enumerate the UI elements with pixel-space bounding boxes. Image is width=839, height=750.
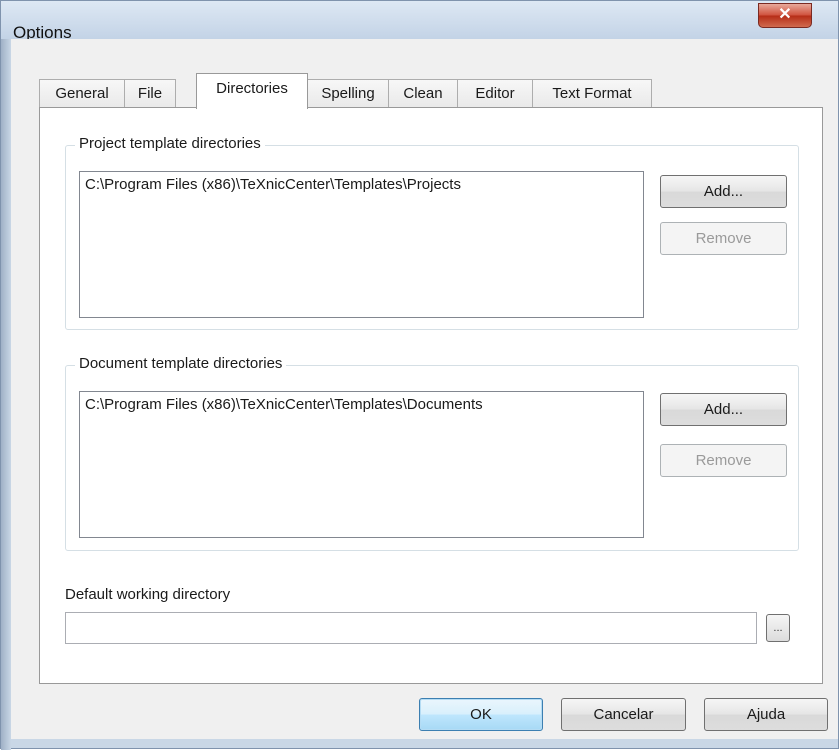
- tab-label: Text Format: [552, 85, 632, 102]
- close-icon: ✕: [778, 6, 792, 23]
- tab-file[interactable]: File: [124, 79, 176, 108]
- button-label: Cancelar: [593, 706, 654, 723]
- tab-label: Editor: [475, 85, 515, 102]
- window-frame-left: [1, 39, 11, 750]
- tab-label: Clean: [403, 85, 443, 102]
- tab-directories[interactable]: Directories: [196, 73, 308, 109]
- button-label: Add...: [703, 183, 744, 200]
- button-label: OK: [470, 706, 492, 723]
- tab-general[interactable]: General: [39, 79, 125, 108]
- button-label: Remove: [695, 452, 752, 469]
- tab-label: File: [137, 85, 163, 102]
- document-add-button[interactable]: Add...: [660, 393, 787, 426]
- cancel-button[interactable]: Cancelar: [561, 698, 686, 731]
- working-directory-label: Default working directory: [65, 586, 231, 603]
- button-label: Ajuda: [746, 706, 786, 723]
- tab-spelling[interactable]: Spelling: [307, 79, 389, 108]
- button-label: ...: [773, 622, 783, 634]
- project-templates-list[interactable]: C:\Program Files (x86)\TeXnicCenter\Temp…: [79, 171, 644, 318]
- tab-label: General: [55, 85, 109, 102]
- document-templates-list[interactable]: C:\Program Files (x86)\TeXnicCenter\Temp…: [79, 391, 644, 538]
- button-label: Remove: [695, 230, 752, 247]
- help-button[interactable]: Ajuda: [704, 698, 828, 731]
- options-dialog: Options ✕ General File Directories Spell…: [0, 0, 839, 750]
- title-bar[interactable]: Options ✕: [1, 1, 838, 42]
- list-item[interactable]: C:\Program Files (x86)\TeXnicCenter\Temp…: [85, 396, 638, 413]
- close-button[interactable]: ✕: [758, 3, 812, 28]
- document-templates-group-label: Document template directories: [75, 355, 287, 372]
- tab-clean[interactable]: Clean: [388, 79, 458, 108]
- working-directory-input[interactable]: [65, 612, 757, 644]
- project-remove-button[interactable]: Remove: [660, 222, 787, 255]
- tab-label: Spelling: [321, 85, 375, 102]
- document-remove-button[interactable]: Remove: [660, 444, 787, 477]
- project-templates-group-label: Project template directories: [75, 135, 265, 152]
- list-item[interactable]: C:\Program Files (x86)\TeXnicCenter\Temp…: [85, 176, 638, 193]
- directories-tab-panel: Project template directories C:\Program …: [39, 107, 823, 684]
- tab-label: Directories: [216, 80, 288, 97]
- browse-directory-button[interactable]: ...: [766, 614, 790, 642]
- project-add-button[interactable]: Add...: [660, 175, 787, 208]
- tab-text-format[interactable]: Text Format: [532, 79, 652, 108]
- tab-editor[interactable]: Editor: [457, 79, 533, 108]
- ok-button[interactable]: OK: [419, 698, 543, 731]
- button-label: Add...: [703, 401, 744, 418]
